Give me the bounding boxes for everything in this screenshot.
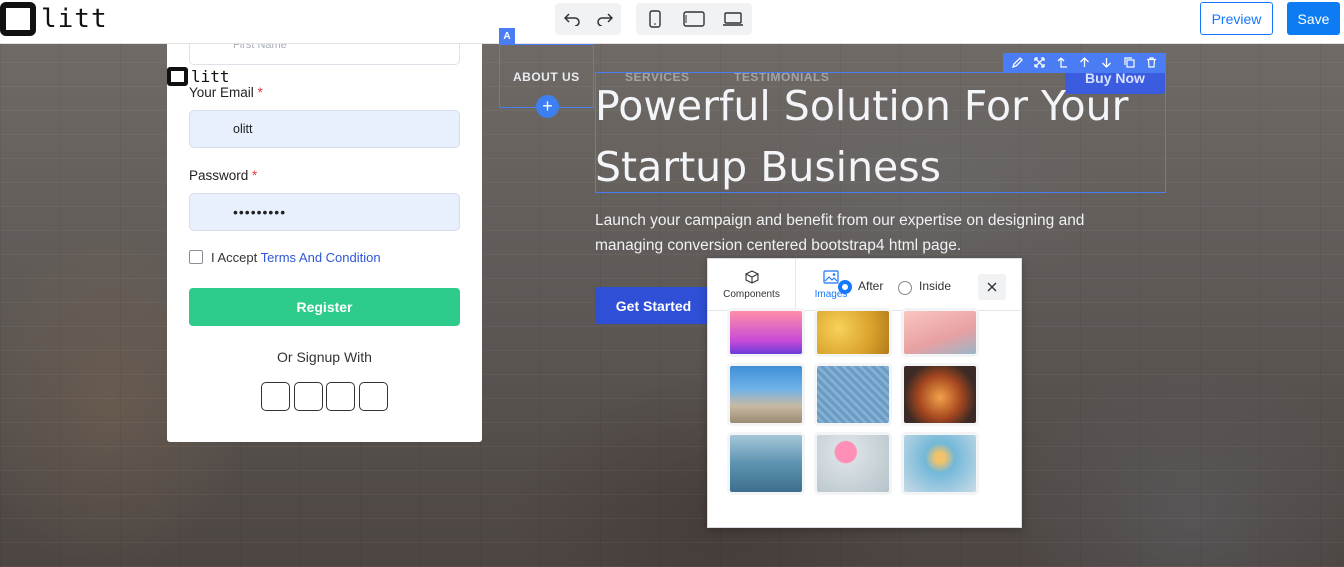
logo-text: litt [41, 4, 108, 34]
tablet-icon [683, 11, 705, 27]
move-up-icon[interactable] [1079, 57, 1090, 68]
image-thumbnail[interactable] [730, 311, 802, 354]
required-mark: * [252, 168, 258, 183]
device-switcher [636, 3, 752, 35]
edit-icon[interactable] [1011, 57, 1023, 68]
redo-button[interactable] [592, 6, 618, 32]
or-signup-text: Or Signup With [277, 349, 372, 365]
mobile-icon [649, 10, 662, 28]
password-field[interactable] [189, 193, 460, 231]
nav-about-us[interactable]: ABOUT US [513, 70, 580, 84]
tab-components-label: Components [723, 289, 780, 300]
tab-components[interactable]: Components [708, 259, 796, 311]
image-thumbnail[interactable] [904, 435, 976, 492]
move-icon[interactable] [1034, 57, 1045, 68]
password-label: Password * [189, 168, 258, 183]
close-panel-button[interactable] [978, 274, 1006, 300]
placement-inside-label: Inside [919, 279, 952, 293]
image-icon [823, 270, 839, 286]
image-thumbnail[interactable] [904, 311, 976, 354]
editor-topbar: litt Preview Save [0, 0, 1344, 44]
tablet-view-button[interactable] [681, 6, 707, 32]
element-toolbar [1003, 53, 1166, 72]
logo: litt [0, 2, 108, 36]
image-thumbnail[interactable] [817, 366, 889, 423]
social-signup-button[interactable] [294, 382, 323, 411]
close-icon [987, 282, 997, 292]
form-logo-text: litt [191, 67, 230, 86]
laptop-icon [722, 12, 743, 26]
undo-button[interactable] [559, 6, 585, 32]
desktop-view-button[interactable] [720, 6, 746, 32]
get-started-button[interactable]: Get Started [595, 287, 712, 324]
terms-label: I Accept Terms And Condition [211, 250, 381, 265]
image-thumbnail[interactable] [817, 435, 889, 492]
delete-icon[interactable] [1146, 57, 1157, 68]
asset-panel-header: Components Images After Inside [708, 259, 1021, 311]
preview-button[interactable]: Preview [1200, 2, 1273, 35]
add-element-button[interactable]: + [536, 95, 559, 118]
social-signup-button[interactable] [359, 382, 388, 411]
form-logo: litt [167, 67, 230, 86]
image-thumbnail[interactable] [817, 311, 889, 354]
logo-mark [0, 2, 36, 36]
copy-icon[interactable] [1124, 57, 1135, 68]
placement-after-radio[interactable] [838, 280, 852, 294]
required-mark: * [257, 85, 263, 100]
register-button[interactable]: Register [189, 288, 460, 326]
social-signup-button[interactable] [326, 382, 355, 411]
move-down-icon[interactable] [1101, 57, 1112, 68]
image-thumbnail[interactable] [730, 435, 802, 492]
save-button[interactable]: Save [1287, 2, 1340, 35]
form-logo-mark [167, 67, 188, 86]
mobile-view-button[interactable] [642, 6, 668, 32]
history-controls [555, 3, 621, 35]
selection-tag[interactable]: A [499, 28, 515, 44]
hero-title[interactable]: Powerful Solution For Your Startup Busin… [595, 76, 1165, 198]
placement-after-label: After [858, 279, 884, 293]
password-value: ••••••••• [233, 204, 287, 220]
email-value: olitt [233, 122, 253, 136]
email-label: Your Email * [189, 85, 263, 100]
social-signup-button[interactable] [261, 382, 290, 411]
select-parent-icon[interactable] [1057, 57, 1068, 68]
hero-subtitle[interactable]: Launch your campaign and benefit from ou… [595, 208, 1135, 258]
asset-panel: Components Images After Inside [707, 258, 1022, 528]
terms-link[interactable]: Terms And Condition [261, 250, 381, 265]
terms-checkbox[interactable] [189, 250, 203, 264]
redo-icon [596, 13, 613, 26]
cube-icon [744, 270, 759, 286]
image-thumbnail[interactable] [904, 366, 976, 423]
image-thumbnail[interactable] [730, 366, 802, 423]
tab-images[interactable]: Images [796, 259, 866, 311]
email-field[interactable] [189, 110, 460, 148]
undo-icon [563, 13, 580, 26]
placement-inside-radio[interactable] [898, 281, 912, 295]
